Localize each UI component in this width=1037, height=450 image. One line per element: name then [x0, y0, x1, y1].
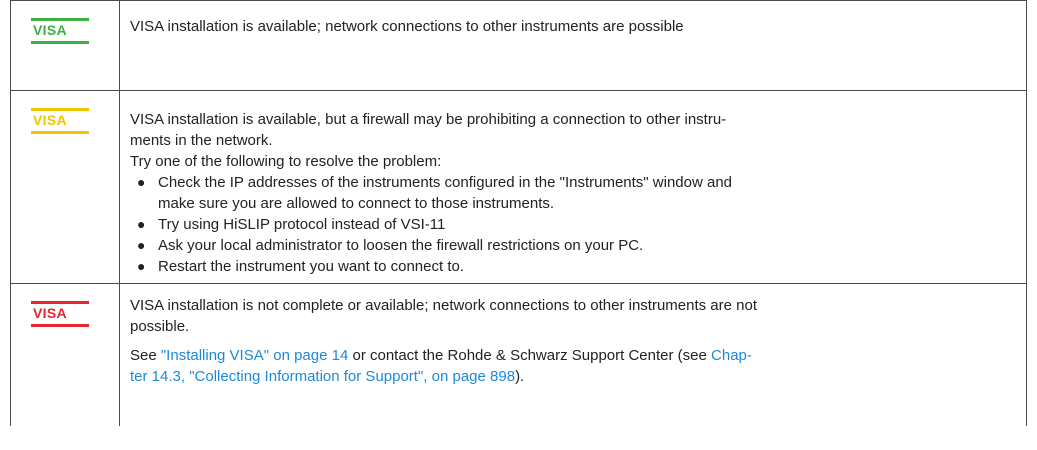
bullet-icon: ● [137, 237, 146, 253]
installing-visa-link[interactable]: "Installing VISA" on page 14 [161, 347, 348, 364]
list-item: ● Ask your local administrator to loosen… [137, 237, 644, 254]
status-description: VISA installation is available; network … [130, 18, 684, 35]
description-line: VISA installation is not complete or ava… [130, 297, 758, 314]
status-icon-cell: VISA [10, 283, 120, 426]
list-item: ● Restart the instrument you want to con… [137, 258, 464, 275]
collecting-info-link-part2[interactable]: ter 14.3, "Collecting Information for Su… [130, 368, 515, 385]
see-also-paragraph: See "Installing VISA" on page 14 or cont… [130, 347, 752, 385]
table-row-visa-available: VISA VISA installation is available; net… [10, 0, 1027, 91]
table-row-visa-firewall: VISA VISA installation is available, but… [10, 90, 1027, 284]
description-line: VISA installation is available, but a fi… [130, 111, 727, 128]
list-item: ● Try using HiSLIP protocol instead of V… [137, 216, 446, 233]
instructions-intro: Try one of the following to resolve the … [130, 153, 442, 170]
table-row-visa-unavailable: VISA VISA installation is not complete o… [10, 283, 1027, 426]
status-icon-cell: VISA [10, 0, 120, 91]
troubleshooting-list: ● Check the IP addresses of the instrume… [130, 172, 1016, 277]
visa-yellow-icon: VISA [31, 108, 89, 134]
bullet-icon: ● [137, 258, 146, 274]
status-description-cell: VISA installation is not complete or ava… [119, 283, 1027, 426]
status-description-cell: VISA installation is available; network … [119, 0, 1027, 91]
list-item: ● Check the IP addresses of the instrume… [137, 174, 733, 212]
bullet-icon: ● [137, 216, 146, 232]
visa-green-icon: VISA [31, 18, 89, 44]
description-line: ments in the network. [130, 132, 273, 149]
visa-red-icon: VISA [31, 301, 89, 327]
status-icon-cell: VISA [10, 90, 120, 284]
collecting-info-link-part1[interactable]: Chap- [711, 347, 752, 364]
visa-status-table: VISA VISA installation is available; net… [10, 0, 1027, 426]
bullet-icon: ● [137, 174, 146, 190]
status-description-cell: VISA installation is available, but a fi… [119, 90, 1027, 284]
description-line: possible. [130, 318, 190, 335]
